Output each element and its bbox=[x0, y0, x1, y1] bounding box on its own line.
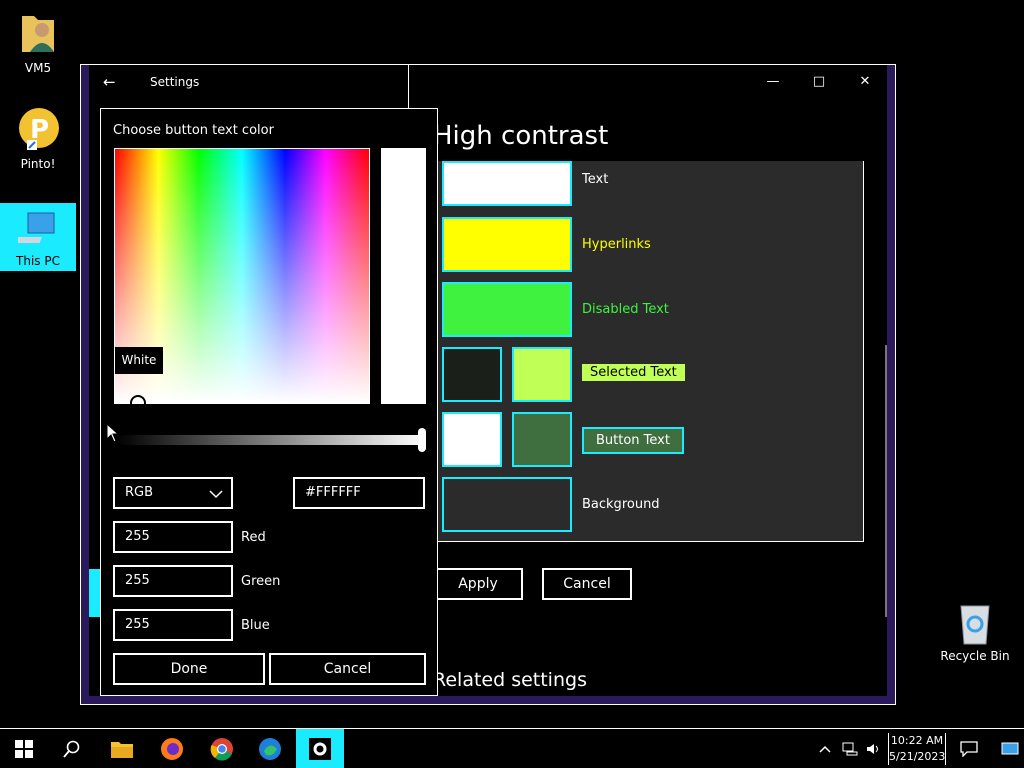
minimize-button[interactable]: — bbox=[758, 71, 788, 93]
taskbar-file-explorer[interactable] bbox=[98, 729, 146, 768]
network-tray-button[interactable] bbox=[838, 729, 862, 768]
show-desktop-button[interactable] bbox=[996, 729, 1024, 768]
dialog-title: Choose button text color bbox=[113, 123, 274, 138]
close-button[interactable]: ✕ bbox=[850, 71, 880, 93]
computer-icon bbox=[11, 212, 55, 243]
recycle-bin-icon bbox=[960, 605, 990, 645]
show-hidden-icons-button[interactable] bbox=[812, 729, 838, 768]
color-preview bbox=[381, 148, 426, 404]
related-settings-heading: Related settings bbox=[433, 669, 587, 691]
clock-date: 5/21/2023 bbox=[889, 750, 946, 763]
gear-icon bbox=[309, 738, 331, 760]
taskbar-settings[interactable] bbox=[296, 729, 344, 768]
done-button[interactable]: Done bbox=[113, 653, 265, 685]
windows-logo-icon bbox=[15, 740, 33, 758]
button-text-foreground-swatch[interactable] bbox=[512, 412, 572, 467]
scrollbar[interactable] bbox=[885, 345, 887, 617]
maximize-button[interactable]: □ bbox=[804, 71, 834, 93]
notification-icon bbox=[960, 741, 978, 757]
cancel-button[interactable]: Cancel bbox=[542, 568, 632, 600]
selected-text-foreground-swatch[interactable] bbox=[512, 347, 572, 402]
title-bar[interactable]: ← Settings — □ ✕ bbox=[81, 65, 895, 99]
color-mode-value: RGB bbox=[125, 485, 154, 500]
desktop-icon-label: VM5 bbox=[24, 61, 52, 75]
mouse-pointer-icon bbox=[106, 423, 120, 443]
spectrum-selection-ring[interactable] bbox=[130, 395, 146, 411]
text-color-label: Text bbox=[582, 172, 609, 187]
green-label: Green bbox=[241, 574, 281, 589]
desktop-icon-label: Pinto! bbox=[20, 157, 56, 171]
color-mode-dropdown[interactable]: RGB bbox=[113, 477, 233, 509]
color-picker-dialog: Choose button text color White RGB #FFFF… bbox=[100, 108, 438, 696]
text-color-swatch[interactable] bbox=[442, 161, 572, 206]
hyperlinks-color-label: Hyperlinks bbox=[582, 237, 651, 252]
desktop-icon-recycle-bin[interactable]: Recycle Bin bbox=[940, 600, 1010, 663]
red-input[interactable]: 255 bbox=[113, 521, 233, 553]
button-text-background-swatch[interactable] bbox=[442, 412, 502, 467]
back-arrow-icon[interactable]: ← bbox=[103, 73, 123, 91]
blue-label: Blue bbox=[241, 618, 270, 633]
chevron-down-icon bbox=[209, 490, 223, 499]
brightness-slider[interactable] bbox=[116, 435, 423, 445]
chrome-icon bbox=[210, 738, 233, 761]
taskbar-edge[interactable] bbox=[246, 729, 294, 768]
volume-tray-button[interactable] bbox=[862, 729, 886, 768]
page-title: High contrast bbox=[433, 121, 609, 151]
hex-input[interactable]: #FFFFFF bbox=[293, 477, 425, 509]
desktop-icon-pinto[interactable]: P Pinto! bbox=[0, 106, 76, 171]
window-title: Settings bbox=[150, 75, 200, 89]
chevron-up-icon bbox=[819, 745, 831, 753]
action-center-button[interactable] bbox=[946, 729, 992, 768]
disabled-text-color-swatch[interactable] bbox=[442, 282, 572, 337]
taskbar-clock[interactable]: 10:22 AM 5/21/2023 bbox=[888, 733, 946, 765]
desktop-icon-vm5[interactable]: VM5 bbox=[0, 10, 76, 75]
edge-icon bbox=[259, 738, 281, 760]
start-button[interactable] bbox=[0, 729, 48, 768]
apply-button[interactable]: Apply bbox=[433, 568, 523, 600]
network-icon bbox=[842, 742, 858, 756]
taskbar-firefox[interactable] bbox=[148, 729, 196, 768]
background-color-swatch[interactable] bbox=[442, 477, 572, 532]
desktop-icon-label: This PC bbox=[16, 254, 60, 268]
search-icon bbox=[63, 740, 80, 758]
hyperlinks-color-swatch[interactable] bbox=[442, 217, 572, 272]
selected-text-label: Selected Text bbox=[582, 364, 685, 381]
nav-divider bbox=[408, 65, 409, 108]
dialog-cancel-button[interactable]: Cancel bbox=[269, 653, 426, 685]
clock-time: 10:22 AM bbox=[890, 734, 944, 747]
red-label: Red bbox=[241, 530, 266, 545]
brightness-slider-thumb[interactable] bbox=[418, 428, 426, 452]
color-name-tooltip: White bbox=[115, 347, 163, 374]
selected-text-background-swatch[interactable] bbox=[442, 347, 502, 402]
folder-icon bbox=[111, 742, 133, 758]
sidebar-selection-indicator bbox=[89, 569, 100, 617]
user-folder-icon bbox=[22, 16, 54, 52]
blue-input[interactable]: 255 bbox=[113, 609, 233, 641]
desktop-icon-label: Recycle Bin bbox=[940, 649, 1010, 663]
background-color-label: Background bbox=[582, 497, 660, 512]
green-input[interactable]: 255 bbox=[113, 565, 233, 597]
disabled-text-color-label: Disabled Text bbox=[582, 302, 669, 317]
taskbar: 10:22 AM 5/21/2023 bbox=[0, 728, 1024, 768]
pinto-app-icon: P bbox=[19, 108, 59, 150]
firefox-icon bbox=[161, 738, 183, 760]
taskbar-chrome[interactable] bbox=[198, 729, 246, 768]
button-text-label: Button Text bbox=[582, 427, 684, 454]
speaker-icon bbox=[867, 744, 878, 754]
search-button[interactable] bbox=[48, 729, 96, 768]
desktop-icon-this-pc[interactable]: This PC bbox=[0, 203, 76, 271]
desktop-preview-icon bbox=[1001, 742, 1019, 755]
theme-colors-panel: Text Hyperlinks Disabled Text Selected T… bbox=[437, 161, 864, 542]
